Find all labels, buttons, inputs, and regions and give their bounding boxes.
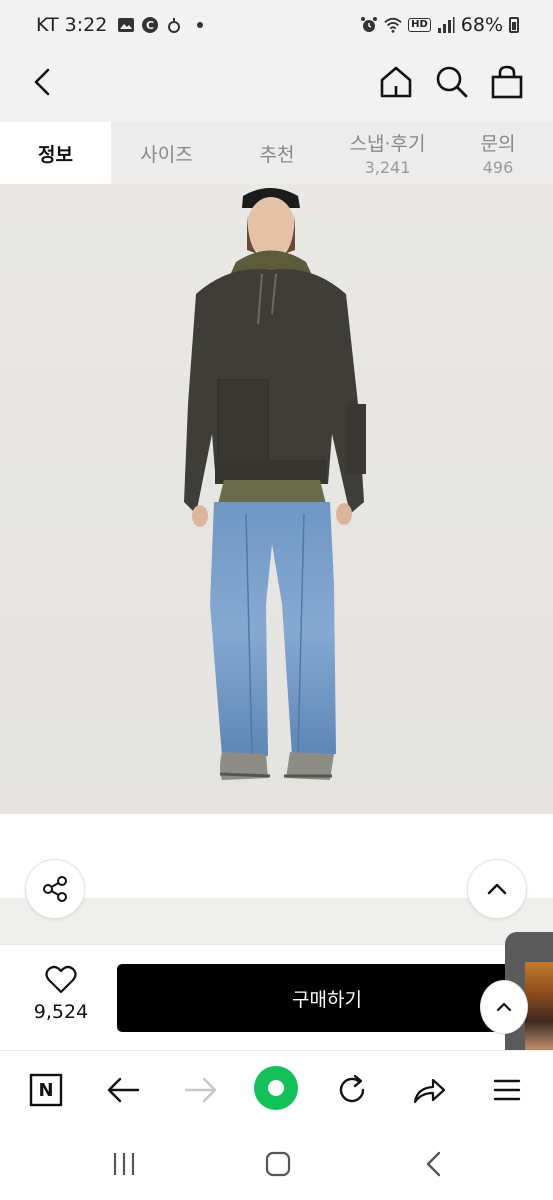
like-count: 9,524 — [33, 1001, 89, 1023]
tab-label: 사이즈 — [140, 143, 193, 166]
back-chevron-icon[interactable] — [26, 64, 62, 100]
green-dot-button[interactable] — [252, 1064, 300, 1112]
tab-count: 496 — [482, 158, 514, 177]
scroll-top-button[interactable] — [467, 859, 527, 919]
naver-label: N — [38, 1079, 54, 1101]
arrow-left-icon — [107, 1077, 140, 1103]
product-photo-illustration — [0, 184, 553, 814]
search-icon[interactable] — [434, 64, 470, 100]
home-nav-icon — [265, 1151, 291, 1177]
more-notifications-dot — [197, 22, 204, 28]
content-strip — [0, 898, 553, 944]
share-page-button[interactable] — [408, 1069, 450, 1111]
alarm-icon — [361, 17, 378, 32]
browser-toolbar: N — [0, 1050, 553, 1128]
menu-icon — [493, 1079, 521, 1101]
forward-button[interactable] — [180, 1069, 222, 1111]
home-nav-button[interactable] — [260, 1146, 296, 1182]
shopping-bag-icon[interactable] — [489, 64, 525, 100]
back-nav-button[interactable] — [416, 1146, 452, 1182]
home-icon[interactable] — [378, 64, 414, 100]
wifi-icon — [384, 17, 402, 33]
tab-inquiry[interactable]: 문의 496 — [443, 122, 553, 184]
hd-badge: HD — [408, 18, 431, 32]
purchase-bar: 9,524 구매하기 — [0, 944, 553, 1050]
like-button[interactable]: 9,524 — [28, 965, 94, 1023]
system-nav-bar — [0, 1128, 553, 1200]
tab-info[interactable]: 정보 — [0, 122, 111, 184]
tab-label: 문의 — [480, 133, 516, 155]
status-right: HD 68% — [360, 14, 519, 36]
naver-home-button[interactable]: N — [25, 1069, 67, 1111]
tab-count: 3,241 — [364, 158, 411, 177]
notification-app-icon — [168, 18, 181, 33]
recent-apps-button[interactable] — [106, 1146, 142, 1182]
arrow-right-icon — [184, 1077, 217, 1103]
chevron-up-icon — [487, 883, 507, 895]
back-button[interactable] — [102, 1069, 144, 1111]
tab-size[interactable]: 사이즈 — [111, 122, 222, 184]
floating-expand-button[interactable] — [480, 980, 528, 1034]
refresh-icon — [339, 1074, 365, 1103]
tab-label: 정보 — [38, 143, 73, 166]
share-arrow-icon — [413, 1078, 446, 1104]
buy-button-label: 구매하기 — [292, 988, 362, 1011]
product-tabs: 정보 사이즈 추천 스냅·후기 3,241 문의 496 — [0, 122, 553, 184]
recent-apps-icon — [113, 1153, 135, 1175]
chevron-up-icon — [496, 1002, 512, 1012]
tab-label: 추천 — [259, 143, 295, 166]
green-dot-icon — [254, 1066, 298, 1110]
status-left: KT 3:22 C — [36, 14, 204, 36]
heart-icon — [45, 965, 77, 994]
share-button[interactable] — [25, 859, 85, 919]
tab-recommend[interactable]: 추천 — [222, 122, 332, 184]
svg-text:C: C — [146, 19, 154, 32]
battery-percent: 68% — [460, 14, 503, 36]
tab-snap-review[interactable]: 스냅·후기 3,241 — [332, 122, 443, 184]
gallery-icon — [118, 18, 135, 32]
tab-label: 스냅·후기 — [349, 133, 426, 155]
c-app-icon: C — [142, 17, 159, 33]
product-image[interactable] — [0, 184, 553, 814]
buy-button[interactable]: 구매하기 — [117, 964, 537, 1032]
refresh-button[interactable] — [331, 1069, 373, 1111]
back-nav-icon — [426, 1151, 441, 1177]
top-app-bar — [0, 44, 553, 122]
carrier-time: KT 3:22 — [36, 14, 108, 36]
menu-button[interactable] — [486, 1069, 528, 1111]
status-bar: KT 3:22 C HD 68% — [0, 0, 553, 44]
battery-icon — [509, 17, 519, 33]
signal-icon — [437, 17, 455, 33]
share-icon — [43, 876, 67, 902]
